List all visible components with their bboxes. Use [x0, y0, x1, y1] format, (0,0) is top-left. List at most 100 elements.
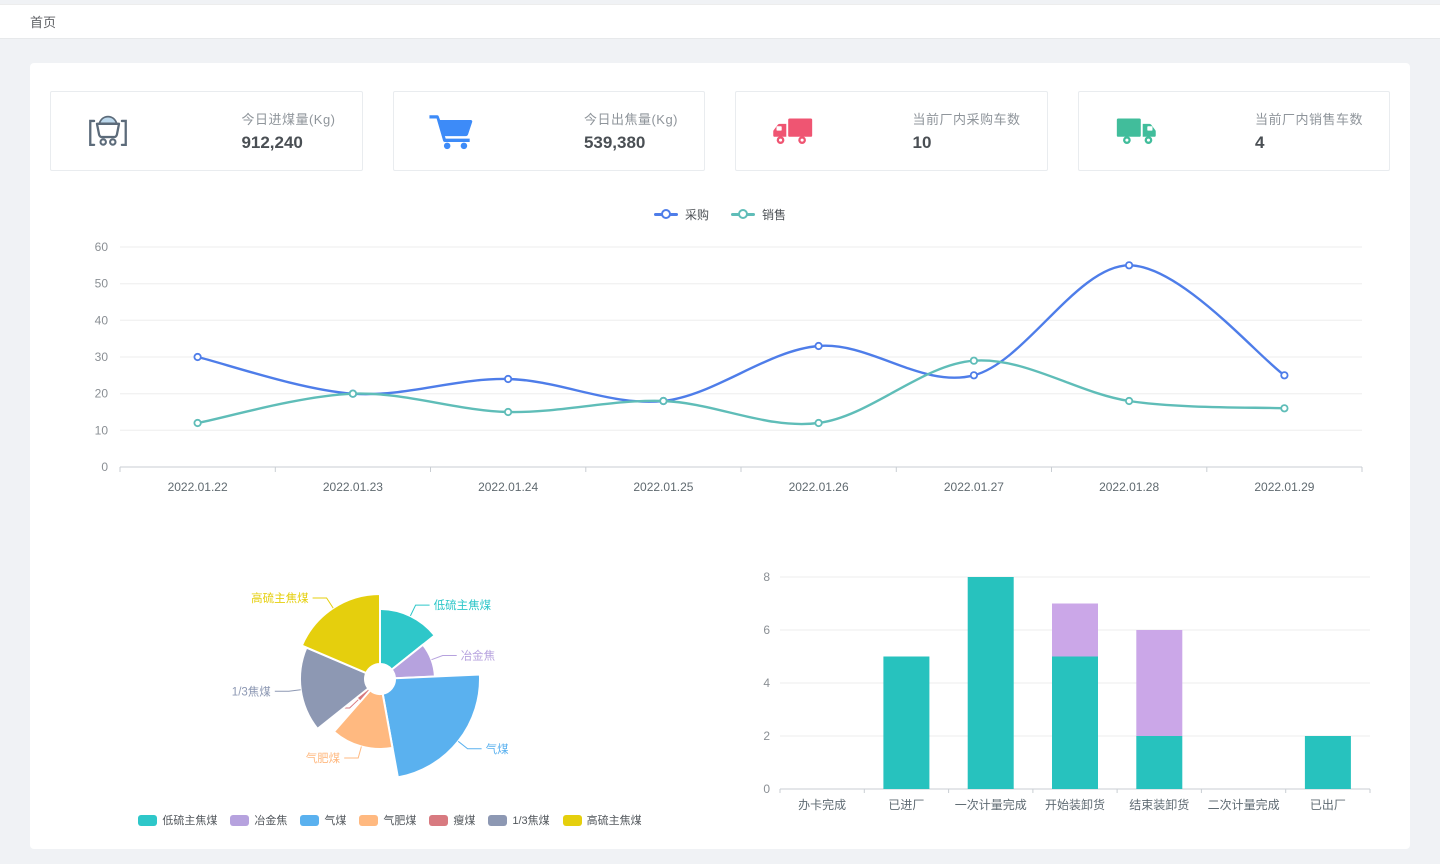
y-axis-label: 2 — [763, 729, 770, 743]
pie-label-line — [275, 690, 301, 692]
stat-label: 今日进煤量(Kg) — [241, 109, 335, 128]
pie-chart-legend: 低硫主焦煤冶金焦气煤气肥煤瘦煤 1/3焦煤高硫主焦煤 — [50, 812, 730, 828]
stats-row: 今日进煤量(Kg) 912,240 今日出焦量(Kg) 539,380 — [50, 91, 1390, 171]
bar-segment[interactable] — [1136, 630, 1182, 736]
stat-value: 4 — [1255, 133, 1363, 153]
bar-segment[interactable] — [968, 577, 1014, 789]
pie-label-line — [410, 605, 429, 616]
bar-segment[interactable] — [883, 657, 929, 790]
stat-label: 今日出焦量(Kg) — [584, 109, 678, 128]
y-axis-label: 30 — [95, 350, 109, 364]
breadcrumb-home[interactable]: 首页 — [30, 12, 56, 31]
stat-value: 539,380 — [584, 133, 678, 153]
stat-label: 当前厂内销售车数 — [1255, 109, 1363, 128]
y-axis-label: 20 — [95, 387, 109, 401]
x-axis-label: 已出厂 — [1310, 798, 1346, 812]
legend-item[interactable]: 低硫主焦煤 — [138, 812, 217, 828]
bar-segment[interactable] — [1136, 736, 1182, 789]
purchase-sales-line-chart[interactable]: 0 10 20 30 40 50 60 2022.01.22 2022.01.23 2022.01… — [50, 227, 1390, 519]
legend-item[interactable]: 1/3焦煤 — [488, 812, 549, 828]
coal-type-pie-chart[interactable]: 低硫主焦煤冶金焦气煤气肥煤瘦煤1/3焦煤高硫主焦煤 — [50, 559, 710, 805]
y-axis-label: 50 — [95, 277, 109, 291]
truck-outbound-icon — [1113, 111, 1159, 151]
line-point[interactable] — [1281, 372, 1287, 378]
x-axis-label: 一次计量完成 — [955, 797, 1027, 812]
y-axis-label: 6 — [763, 623, 770, 637]
dashboard-panel: 今日进煤量(Kg) 912,240 今日出焦量(Kg) 539,380 — [30, 63, 1410, 849]
line-point[interactable] — [1126, 262, 1132, 268]
line-point[interactable] — [505, 409, 511, 415]
line-point[interactable] — [505, 376, 511, 382]
x-axis-label: 2022.01.27 — [944, 480, 1004, 494]
pie-label: 气肥煤 — [306, 751, 341, 765]
shopping-cart-icon — [428, 111, 474, 151]
x-axis-label: 2022.01.23 — [323, 480, 383, 494]
minecart-icon — [85, 111, 131, 151]
line-series[interactable] — [198, 265, 1285, 401]
stat-label: 当前厂内采购车数 — [912, 109, 1020, 128]
line-point[interactable] — [350, 391, 356, 397]
x-axis-label: 开始装卸货 — [1045, 797, 1105, 812]
y-axis-label: 60 — [95, 240, 109, 254]
y-axis-label: 0 — [101, 460, 108, 474]
stat-value: 912,240 — [241, 133, 335, 153]
y-axis-label: 10 — [95, 423, 109, 437]
x-axis-label: 结束装卸货 — [1129, 797, 1189, 812]
line-point[interactable] — [194, 354, 200, 360]
legend-item[interactable]: 冶金焦 — [230, 812, 287, 828]
pie-label: 1/3焦煤 — [232, 685, 271, 698]
pie-label-line — [458, 741, 481, 749]
stat-card-coke-out: 今日出焦量(Kg) 539,380 — [393, 91, 706, 171]
bar-segment[interactable] — [1305, 736, 1351, 789]
bar-chart-section: 0 2 4 6 8 办卡完成 已进厂 一次计量完成 开始装卸货 结束装卸货 二次计量完成 已出厂 — [730, 559, 1390, 844]
x-axis-label: 已进厂 — [888, 798, 924, 812]
legend-item[interactable]: 高硫主焦煤 — [563, 812, 642, 828]
x-axis-label: 2022.01.22 — [168, 480, 228, 494]
y-axis-label: 4 — [763, 676, 770, 690]
x-axis-label: 2022.01.24 — [478, 480, 538, 494]
line-point[interactable] — [194, 420, 200, 426]
line-series[interactable] — [198, 360, 1285, 424]
pie-label-line — [313, 598, 334, 608]
y-axis-label: 40 — [95, 313, 109, 327]
x-axis-label: 2022.01.26 — [789, 480, 849, 494]
line-point[interactable] — [971, 372, 977, 378]
legend-item[interactable]: 瘦煤 — [429, 812, 475, 828]
legend-item[interactable]: 采购 — [654, 206, 709, 223]
x-axis-label: 2022.01.25 — [633, 480, 693, 494]
line-point[interactable] — [815, 343, 821, 349]
stat-card-coal-in: 今日进煤量(Kg) 912,240 — [50, 91, 363, 171]
line-point[interactable] — [815, 420, 821, 426]
line-point[interactable] — [660, 398, 666, 404]
pie-label-line — [432, 656, 457, 660]
x-axis-label: 二次计量完成 — [1208, 797, 1280, 812]
bottom-row: 低硫主焦煤冶金焦气煤气肥煤瘦煤1/3焦煤高硫主焦煤 低硫主焦煤冶金焦气煤气肥煤瘦… — [50, 559, 1390, 844]
stat-card-purchase-trucks: 当前厂内采购车数 10 — [735, 91, 1048, 171]
y-axis-label: 0 — [763, 782, 770, 796]
vehicle-status-bar-chart[interactable]: 0 2 4 6 8 办卡完成 已进厂 一次计量完成 开始装卸货 结束装卸货 二次计量完成 已出厂 — [730, 559, 1390, 839]
line-point[interactable] — [971, 358, 977, 364]
legend-item[interactable]: 销售 — [731, 206, 786, 223]
x-axis-label: 2022.01.29 — [1254, 480, 1314, 494]
topbar: 首页 — [0, 4, 1440, 39]
x-axis-label: 2022.01.28 — [1099, 480, 1159, 494]
stat-card-sales-trucks: 当前厂内销售车数 4 — [1078, 91, 1391, 171]
line-point[interactable] — [1126, 398, 1132, 404]
pie-chart-section: 低硫主焦煤冶金焦气煤气肥煤瘦煤1/3焦煤高硫主焦煤 低硫主焦煤冶金焦气煤气肥煤瘦… — [50, 559, 730, 844]
pie-label: 高硫主焦煤 — [251, 591, 309, 605]
legend-item[interactable]: 气煤 — [300, 812, 346, 828]
legend-item[interactable]: 气肥煤 — [359, 812, 416, 828]
pie-label: 低硫主焦煤 — [434, 598, 492, 612]
pie-label: 气煤 — [486, 742, 509, 756]
bar-segment[interactable] — [1052, 657, 1098, 790]
pie-slice[interactable] — [383, 675, 480, 778]
x-axis-label: 办卡完成 — [798, 797, 846, 812]
line-point[interactable] — [1281, 405, 1287, 411]
bar-segment[interactable] — [1052, 604, 1098, 657]
y-axis-label: 8 — [763, 570, 770, 584]
truck-inbound-icon — [770, 111, 816, 151]
pie-label: 冶金焦 — [461, 649, 496, 663]
pie-label-line — [344, 747, 361, 759]
line-chart-legend: 采购 销售 — [50, 205, 1390, 223]
stat-value: 10 — [912, 133, 1020, 153]
